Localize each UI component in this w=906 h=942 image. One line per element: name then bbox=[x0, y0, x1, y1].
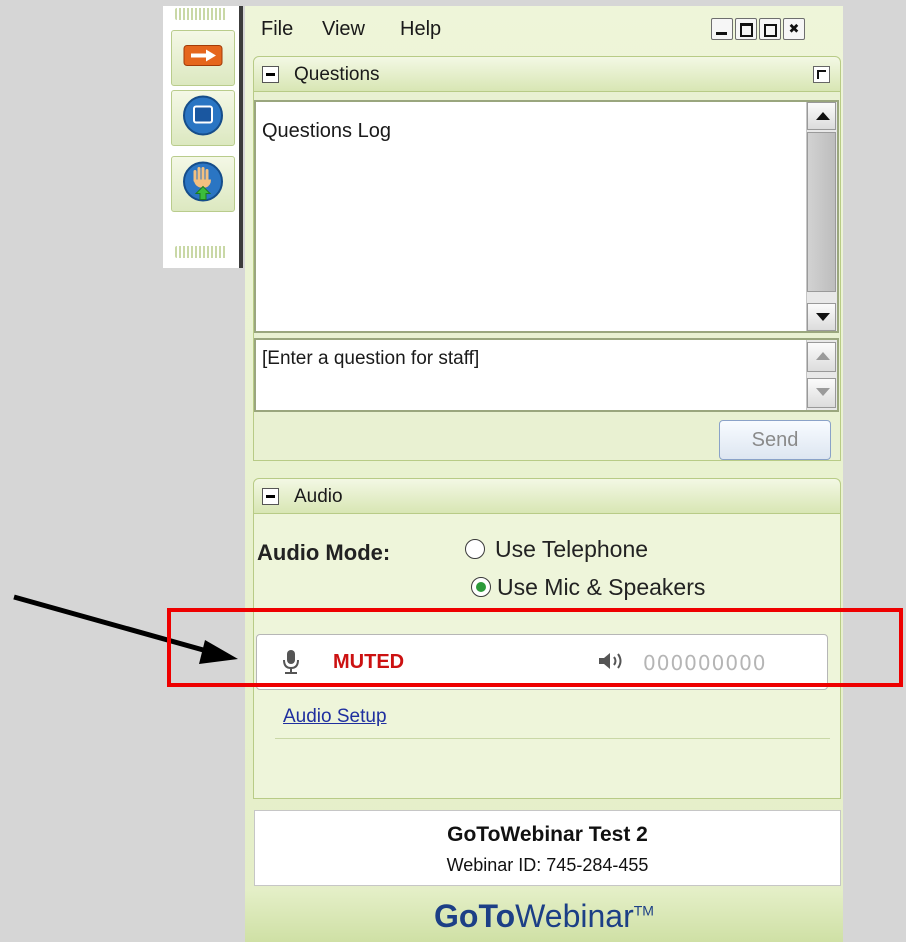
arrow-down-icon bbox=[816, 388, 830, 396]
collapse-icon[interactable] bbox=[262, 488, 279, 505]
audio-header[interactable]: Audio bbox=[253, 478, 841, 514]
logo-bold: GoTo bbox=[434, 898, 516, 934]
raise-hand-icon bbox=[182, 161, 224, 208]
radio-button[interactable] bbox=[471, 577, 491, 597]
arrow-right-icon bbox=[183, 45, 223, 72]
full-screen-button[interactable] bbox=[171, 90, 235, 146]
menu-view[interactable]: View bbox=[322, 18, 365, 41]
gotowebinar-control-panel: File View Help ✖ Questions Questions Log bbox=[245, 6, 843, 942]
input-scroll-up-button[interactable] bbox=[807, 342, 836, 372]
questions-log-scrollbar[interactable] bbox=[806, 102, 837, 331]
brand-footer: GoToWebinarTM bbox=[245, 890, 843, 942]
popout-button[interactable] bbox=[759, 18, 781, 40]
radio-label: Use Mic & Speakers bbox=[497, 574, 706, 600]
gotowebinar-logo: GoToWebinarTM bbox=[245, 898, 843, 935]
screen-icon bbox=[182, 95, 224, 142]
webinar-id: Webinar ID: 745-284-455 bbox=[446, 855, 649, 875]
grab-tab-toolbar bbox=[163, 6, 243, 268]
menu-bar: File View Help ✖ bbox=[245, 6, 843, 50]
divider bbox=[275, 738, 830, 739]
questions-log[interactable]: Questions Log bbox=[254, 100, 839, 333]
input-scroll-down-button[interactable] bbox=[807, 378, 836, 408]
raise-hand-button[interactable] bbox=[171, 156, 235, 212]
arrow-down-icon bbox=[816, 313, 830, 321]
arrow-up-icon bbox=[816, 112, 830, 120]
logo-tm: TM bbox=[633, 902, 654, 919]
minimize-button[interactable] bbox=[711, 18, 733, 40]
logo-light: Webinar bbox=[515, 898, 634, 934]
questions-header[interactable]: Questions bbox=[253, 56, 841, 92]
question-input-scrollbar[interactable] bbox=[806, 340, 837, 410]
webinar-name: GoToWebinar Test 2 bbox=[447, 823, 648, 846]
maximize-icon bbox=[740, 23, 753, 37]
questions-log-label: Questions Log bbox=[262, 120, 391, 142]
audio-title: Audio bbox=[294, 486, 343, 507]
undock-icon[interactable] bbox=[813, 66, 830, 83]
scroll-down-button[interactable] bbox=[807, 303, 836, 331]
menu-file[interactable]: File bbox=[261, 18, 293, 41]
question-input-placeholder: [Enter a question for staff] bbox=[262, 348, 480, 369]
highlight-box bbox=[167, 608, 903, 687]
drag-grip[interactable] bbox=[175, 8, 227, 20]
maximize-button[interactable] bbox=[735, 18, 757, 40]
scroll-thumb[interactable] bbox=[807, 132, 836, 292]
questions-title: Questions bbox=[294, 64, 380, 85]
audio-mode-label: Audio Mode: bbox=[257, 540, 391, 565]
popout-icon bbox=[764, 24, 777, 37]
close-button[interactable]: ✖ bbox=[783, 18, 805, 40]
close-icon: ✖ bbox=[788, 21, 800, 36]
audio-setup-link[interactable]: Audio Setup bbox=[283, 706, 387, 728]
minimize-icon bbox=[716, 32, 727, 35]
radio-label: Use Telephone bbox=[495, 536, 649, 562]
drag-grip-bottom[interactable] bbox=[175, 246, 227, 258]
scroll-up-button[interactable] bbox=[807, 102, 836, 130]
menu-help[interactable]: Help bbox=[400, 18, 441, 41]
arrow-up-icon bbox=[816, 352, 830, 360]
webinar-info-box: GoToWebinar Test 2 Webinar ID: 745-284-4… bbox=[254, 810, 841, 886]
question-input[interactable]: [Enter a question for staff] bbox=[254, 338, 839, 412]
send-button[interactable]: Send bbox=[719, 420, 831, 460]
show-hide-panel-button[interactable] bbox=[171, 30, 235, 86]
collapse-icon[interactable] bbox=[262, 66, 279, 83]
radio-button[interactable] bbox=[465, 539, 485, 559]
